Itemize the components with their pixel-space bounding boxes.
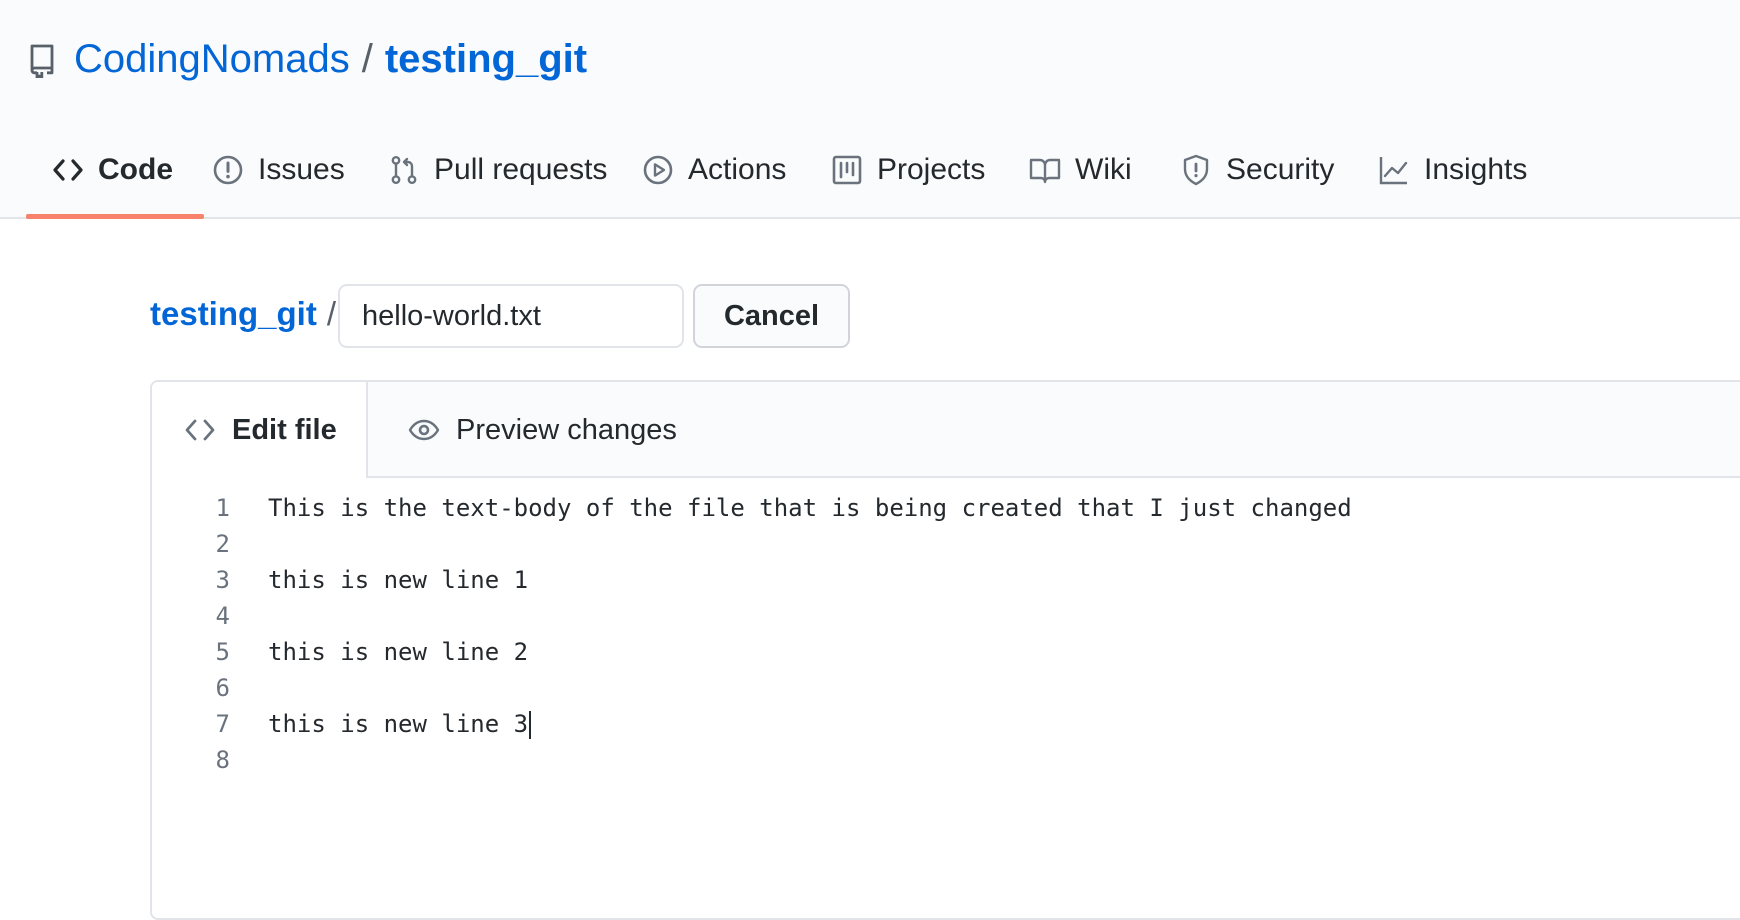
repo-icon bbox=[30, 44, 54, 78]
tab-wiki-label: Wiki bbox=[1075, 153, 1132, 186]
line-number: 3 bbox=[215, 566, 230, 594]
tab-insights[interactable]: Insights bbox=[1378, 145, 1527, 195]
line-number: 4 bbox=[215, 602, 230, 630]
tab-edit-file-label: Edit file bbox=[232, 413, 337, 446]
tab-security-label: Security bbox=[1226, 153, 1335, 186]
play-icon bbox=[643, 155, 673, 185]
line-number: 6 bbox=[215, 674, 230, 702]
breadcrumb-separator: / bbox=[326, 295, 337, 332]
line-text: This is the text-body of the file that i… bbox=[268, 494, 1352, 522]
tab-insights-label: Insights bbox=[1424, 153, 1528, 186]
tab-projects[interactable]: Projects bbox=[831, 145, 985, 195]
breadcrumb-repo-link[interactable]: testing_git bbox=[150, 295, 317, 332]
tab-projects-label: Projects bbox=[877, 153, 986, 186]
code-line: 8 bbox=[152, 742, 1740, 778]
tab-issues[interactable]: Issues bbox=[212, 145, 345, 195]
tab-security[interactable]: Security bbox=[1180, 145, 1334, 195]
line-number: 1 bbox=[215, 494, 230, 522]
code-line: 2 bbox=[152, 526, 1740, 562]
active-tab-underline bbox=[26, 214, 204, 219]
tab-preview-changes-label: Preview changes bbox=[456, 413, 677, 446]
issue-opened-icon bbox=[213, 155, 243, 185]
repo-header: CodingNomads / testing_git Code Issues Pul… bbox=[0, 0, 1740, 219]
repo-title-separator: / bbox=[361, 37, 373, 81]
line-text-content: this is new line 3 bbox=[268, 710, 529, 738]
tab-edit-file[interactable]: Edit file bbox=[152, 382, 368, 478]
shield-icon bbox=[1183, 154, 1209, 186]
line-number: 8 bbox=[215, 746, 230, 774]
git-pull-request-icon bbox=[391, 156, 417, 184]
line-text: this is new line 1 bbox=[268, 566, 529, 594]
tab-code-label: Code bbox=[98, 153, 173, 186]
code-line: 3 this is new line 1 bbox=[152, 562, 1740, 598]
tab-code[interactable]: Code bbox=[52, 145, 173, 195]
file-editor: Edit file Preview changes 1 This is the t… bbox=[150, 380, 1740, 920]
tab-actions[interactable]: Actions bbox=[642, 145, 786, 195]
code-icon bbox=[53, 159, 83, 181]
project-icon bbox=[832, 155, 862, 185]
repo-title: CodingNomads / testing_git bbox=[74, 32, 587, 86]
code-line: 1 This is the text-body of the file that … bbox=[152, 490, 1740, 526]
code-line: 4 bbox=[152, 598, 1740, 634]
line-number: 2 bbox=[215, 530, 230, 558]
tab-actions-label: Actions bbox=[688, 153, 787, 186]
code-line: 5 this is new line 2 bbox=[152, 634, 1740, 670]
tab-issues-label: Issues bbox=[258, 153, 345, 186]
code-editor[interactable]: 1 This is the text-body of the file that … bbox=[152, 490, 1740, 778]
repo-owner-link[interactable]: CodingNomads bbox=[74, 37, 350, 81]
eye-icon bbox=[408, 419, 440, 441]
tab-pull-requests[interactable]: Pull requests bbox=[388, 145, 607, 195]
graph-icon bbox=[1379, 157, 1408, 185]
tab-preview-changes[interactable]: Preview changes bbox=[408, 382, 677, 478]
line-number: 7 bbox=[215, 710, 230, 738]
code-line: 7 this is new line 3 bbox=[152, 706, 1740, 742]
cancel-button[interactable]: Cancel bbox=[693, 284, 850, 348]
code-icon bbox=[185, 419, 215, 441]
filename-input[interactable] bbox=[338, 284, 684, 348]
repo-name-link[interactable]: testing_git bbox=[385, 37, 587, 81]
breadcrumb: testing_git / bbox=[150, 295, 336, 333]
code-line: 6 bbox=[152, 670, 1740, 706]
tab-wiki[interactable]: Wiki bbox=[1029, 145, 1132, 195]
line-text: this is new line 3 bbox=[268, 706, 532, 742]
editor-tabs: Edit file Preview changes bbox=[152, 382, 1740, 478]
tab-pull-requests-label: Pull requests bbox=[434, 153, 608, 186]
line-number: 5 bbox=[215, 638, 230, 666]
book-icon bbox=[1029, 158, 1061, 184]
text-cursor bbox=[529, 711, 532, 739]
line-text: this is new line 2 bbox=[268, 638, 529, 666]
